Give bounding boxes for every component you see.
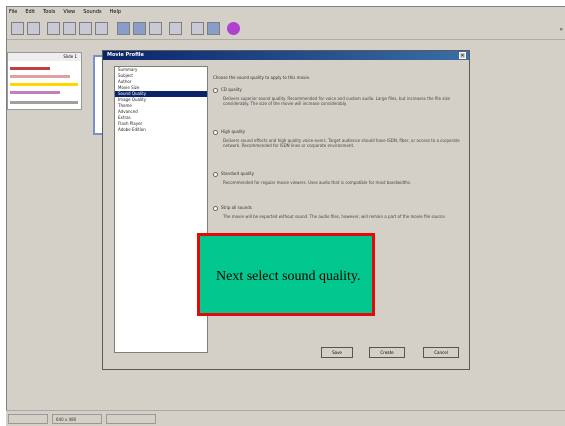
toolbar-overflow-icon[interactable]: »	[559, 26, 563, 33]
toolbar: »	[7, 18, 565, 40]
nav-item[interactable]: Adobe Edition	[115, 127, 207, 133]
dialog-title: Movie Profile	[103, 51, 469, 60]
option-description: The movie will be exported without sound…	[223, 214, 446, 219]
option-cd-quality[interactable]: CD quality	[213, 87, 242, 93]
status-bar: 640 x 480	[6, 410, 565, 426]
menu-view[interactable]: View	[63, 7, 75, 17]
slide-header: Slide 1	[8, 53, 81, 61]
radio-icon[interactable]	[213, 171, 218, 177]
option-label: High quality	[221, 129, 246, 134]
slide-frame: File Edit Tools View Sounds Help » Slide	[0, 0, 565, 426]
option-standard-quality[interactable]: Standard quality	[213, 171, 254, 177]
option-label: CD quality	[221, 87, 242, 92]
slide-icon[interactable]	[117, 22, 130, 35]
radio-icon[interactable]	[213, 129, 218, 135]
cut-icon[interactable]	[47, 22, 60, 35]
thumb-stripe	[10, 67, 50, 70]
menu-file[interactable]: File	[9, 7, 17, 17]
paste-icon[interactable]	[79, 22, 92, 35]
thumb-stripe	[10, 101, 78, 104]
print-icon[interactable]	[169, 22, 182, 35]
dialog-nav-list: Summary Subject Author Movie Size Sound …	[114, 66, 208, 353]
instruction-callout: Next select sound quality.	[197, 233, 375, 316]
status-resolution: 640 x 480	[52, 414, 102, 424]
record-icon[interactable]	[207, 22, 220, 35]
close-icon[interactable]: ✕	[459, 52, 466, 59]
option-strip-sounds[interactable]: Strip all sounds	[213, 205, 252, 211]
menu-help[interactable]: Help	[110, 7, 121, 17]
duplicate-icon[interactable]	[95, 22, 108, 35]
menu-edit[interactable]: Edit	[25, 7, 35, 17]
cancel-button[interactable]: Cancel	[423, 347, 459, 358]
instruction-text: Choose the sound quality to apply to thi…	[213, 75, 311, 80]
thumb-stripe	[10, 83, 78, 86]
image-icon[interactable]	[133, 22, 146, 35]
option-description: Delivers superior sound quality. Recomme…	[223, 96, 451, 106]
thumb-stripe	[10, 91, 60, 94]
help-icon[interactable]	[227, 22, 240, 35]
option-label: Strip all sounds	[221, 205, 252, 210]
create-button[interactable]: Create	[369, 347, 405, 358]
new-icon[interactable]	[11, 22, 24, 35]
movie-profile-dialog: Movie Profile ✕ Summary Subject Author M…	[102, 50, 470, 370]
status-segment	[8, 414, 48, 424]
thumb-stripe	[10, 75, 70, 78]
menu-sounds[interactable]: Sounds	[83, 7, 101, 17]
option-high-quality[interactable]: High quality	[213, 129, 245, 135]
slide-thumbnail[interactable]: Slide 1	[7, 52, 82, 110]
menu-bar: File Edit Tools View Sounds Help	[7, 7, 565, 17]
copy-icon[interactable]	[63, 22, 76, 35]
status-segment	[106, 414, 156, 424]
preview-icon[interactable]	[191, 22, 204, 35]
radio-icon[interactable]	[213, 205, 218, 211]
save-icon[interactable]	[27, 22, 40, 35]
option-description: Delivers sound effects and high quality …	[223, 138, 460, 148]
radio-icon[interactable]	[213, 87, 218, 93]
publish-icon[interactable]	[149, 22, 162, 35]
option-description: Recommended for regular movie viewers. U…	[223, 180, 412, 185]
option-label: Standard quality	[221, 171, 255, 176]
callout-text: Next select sound quality.	[216, 269, 361, 284]
save-button[interactable]: Save	[321, 347, 353, 358]
menu-tools[interactable]: Tools	[43, 7, 55, 17]
